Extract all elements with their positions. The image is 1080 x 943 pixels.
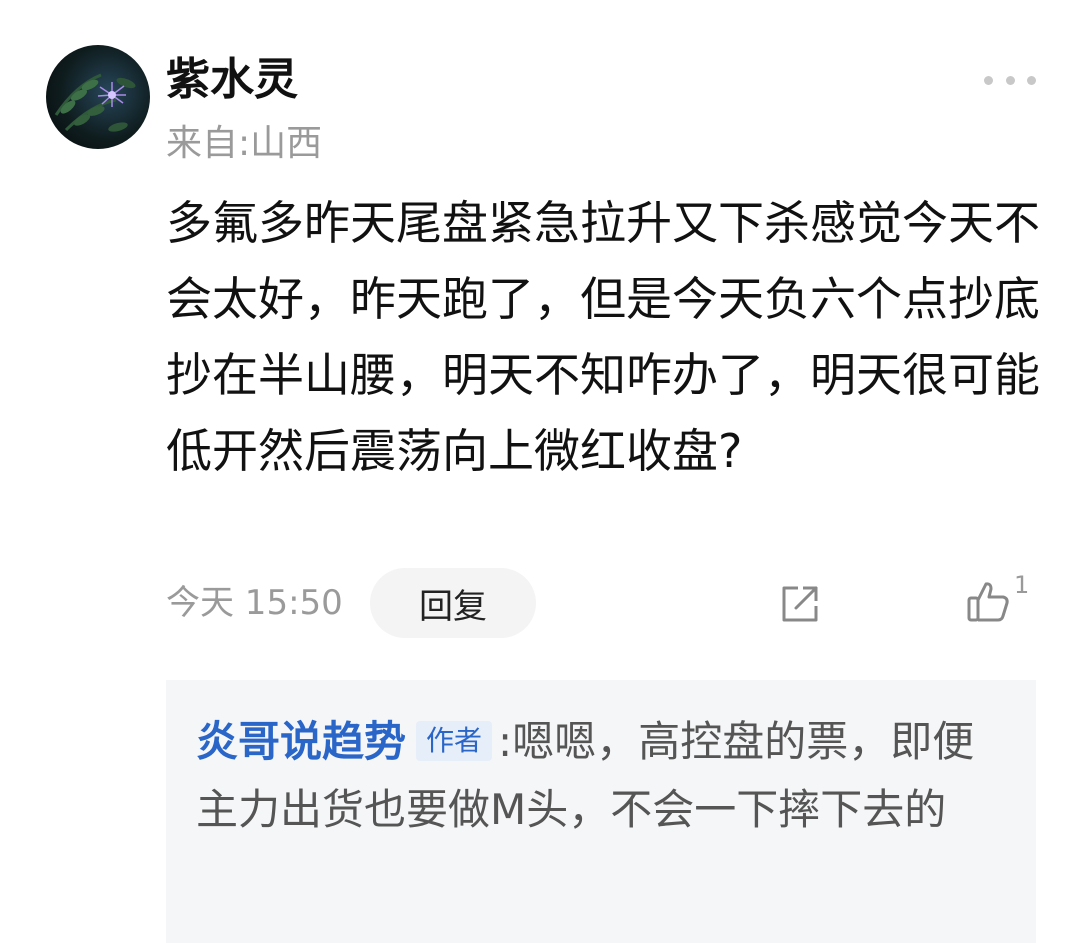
avatar-flower-image [54,73,136,132]
more-dots-icon[interactable] [984,70,1036,90]
reply-separator: : [498,717,513,766]
share-icon[interactable] [776,580,824,628]
author-badge: 作者 [416,721,493,761]
author-reply-box[interactable]: 炎哥说趋势 作者:嗯嗯，高控盘的票，即便主力出货也要做M头，不会一下摔下去的 [166,680,1036,943]
reply-button[interactable]: 回复 [370,568,536,638]
reply-author-name[interactable]: 炎哥说趋势 [196,717,406,766]
more-dot [984,75,993,85]
comment-username[interactable]: 紫水灵 [166,52,298,108]
thumbs-up-icon[interactable] [964,578,1012,626]
author-reply: 炎哥说趋势 作者:嗯嗯，高控盘的票，即便主力出货也要做M头，不会一下摔下去的 [196,708,1016,844]
comment-text: 多氟多昨天尾盘紧急拉升又下杀感觉今天不会太好，昨天跑了，但是今天负六个点抄底抄在… [166,196,1040,478]
comment-location: 来自:山西 [166,123,323,164]
comment-timestamp: 今天 15:50 [166,583,343,623]
more-dot [1005,75,1015,85]
user-avatar[interactable] [46,45,150,149]
like-count: 1 [1014,571,1030,599]
more-dot [1027,75,1036,85]
